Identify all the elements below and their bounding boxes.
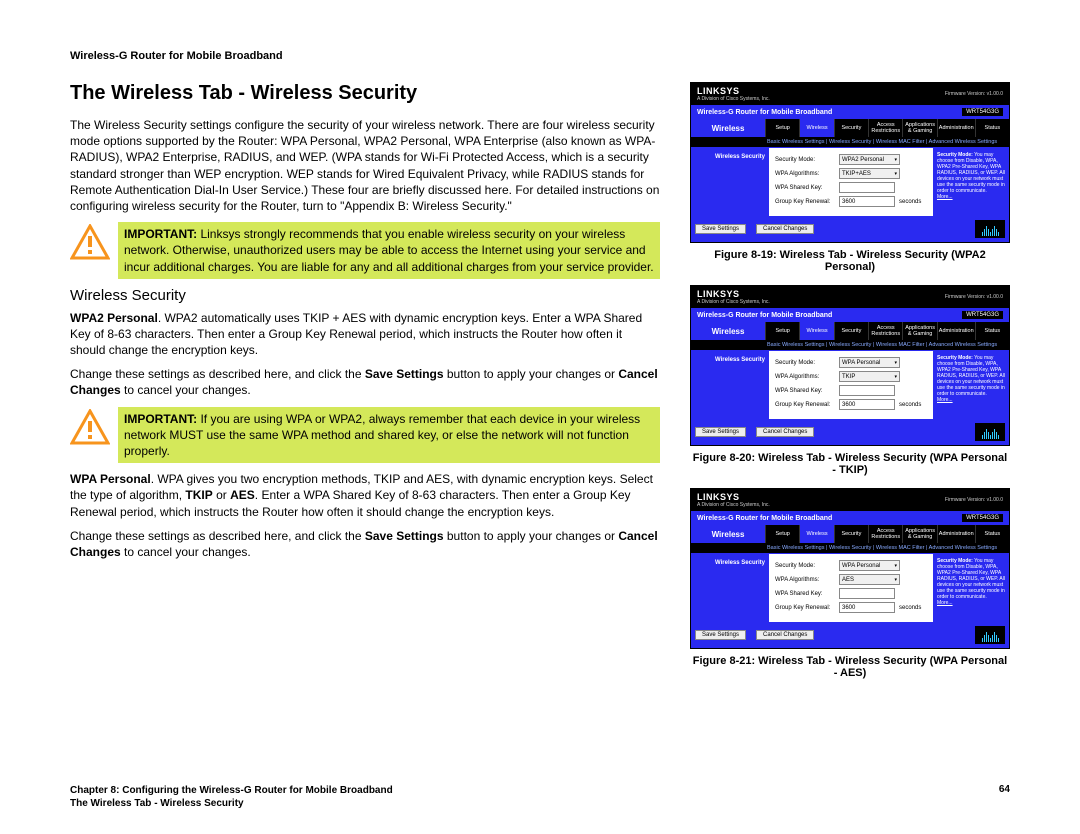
figure-8-19: LINKSYSA Division of Cisco Systems, Inc.…	[690, 82, 1010, 243]
callout-label: IMPORTANT:	[124, 227, 197, 241]
group-renewal-input: 3600	[839, 602, 895, 613]
cisco-logo	[975, 626, 1005, 644]
security-mode-select: WPA2 Personal	[839, 154, 900, 165]
router-tab: Administration	[937, 525, 975, 543]
doc-header: Wireless-G Router for Mobile Broadband	[70, 50, 1010, 62]
wpa2-head: WPA2 Personal	[70, 311, 158, 325]
group-renewal-input: 3600	[839, 196, 895, 207]
wpa-key-input	[839, 182, 895, 193]
router-tab: Security	[834, 119, 868, 137]
group-renewal-input: 3600	[839, 399, 895, 410]
router-tab: Security	[834, 322, 868, 340]
warning-icon	[70, 409, 110, 445]
wpa-head: WPA Personal	[70, 472, 151, 486]
router-tab: Wireless	[799, 525, 833, 543]
router-tab: AccessRestrictions	[868, 322, 902, 340]
figure-8-21: LINKSYSA Division of Cisco Systems, Inc.…	[690, 488, 1010, 649]
router-tab: Wireless	[799, 119, 833, 137]
section-title: The Wireless Tab - Wireless Security	[70, 82, 660, 105]
linksys-logo: LINKSYS	[697, 86, 740, 96]
cisco-logo	[975, 220, 1005, 238]
security-mode-select: WPA Personal	[839, 560, 900, 571]
linksys-logo: LINKSYS	[697, 289, 740, 299]
router-tab: Applications& Gaming	[902, 322, 936, 340]
warning-icon	[70, 224, 110, 260]
router-tab: Administration	[937, 322, 975, 340]
router-tab: Administration	[937, 119, 975, 137]
footer-chapter: Chapter 8: Configuring the Wireless-G Ro…	[70, 784, 393, 797]
cancel-changes-button: Cancel Changes	[756, 630, 814, 640]
security-mode-select: WPA Personal	[839, 357, 900, 368]
cancel-changes-button: Cancel Changes	[756, 224, 814, 234]
change-instruction-1: Change these settings as described here,…	[70, 366, 660, 398]
figures-column: LINKSYSA Division of Cisco Systems, Inc.…	[690, 82, 1010, 691]
cancel-changes-button: Cancel Changes	[756, 427, 814, 437]
important-callout-1: IMPORTANT: Linksys strongly recommends t…	[70, 222, 660, 279]
save-settings-button: Save Settings	[695, 427, 746, 437]
cisco-logo	[975, 423, 1005, 441]
callout-body: Linksys strongly recommends that you ena…	[124, 227, 654, 273]
wpa-paragraph: WPA Personal. WPA gives you two encrypti…	[70, 471, 660, 520]
router-tab: Status	[975, 525, 1009, 543]
wpa-algo-select: TKIP	[839, 371, 900, 382]
wpa-algo-select: TKIP+AES	[839, 168, 900, 179]
wpa-key-input	[839, 588, 895, 599]
callout-label: IMPORTANT:	[124, 412, 197, 426]
wpa-algo-select: AES	[839, 574, 900, 585]
intro-paragraph: The Wireless Security settings configure…	[70, 117, 660, 214]
page-number: 64	[999, 784, 1010, 810]
important-callout-2: IMPORTANT: If you are using WPA or WPA2,…	[70, 407, 660, 464]
footer-section: The Wireless Tab - Wireless Security	[70, 797, 393, 810]
main-content: The Wireless Tab - Wireless Security The…	[70, 82, 660, 691]
page-footer: Chapter 8: Configuring the Wireless-G Ro…	[70, 784, 1010, 810]
save-settings-button: Save Settings	[695, 630, 746, 640]
save-settings-button: Save Settings	[695, 224, 746, 234]
router-tab: Setup	[765, 119, 799, 137]
router-tab: Setup	[765, 525, 799, 543]
router-tab: AccessRestrictions	[868, 119, 902, 137]
change-instruction-2: Change these settings as described here,…	[70, 528, 660, 560]
figure-caption-20: Figure 8-20: Wireless Tab - Wireless Sec…	[690, 452, 1010, 476]
router-tab: AccessRestrictions	[868, 525, 902, 543]
figure-caption-21: Figure 8-21: Wireless Tab - Wireless Sec…	[690, 655, 1010, 679]
router-tab: Wireless	[799, 322, 833, 340]
callout-body: If you are using WPA or WPA2, always rem…	[124, 412, 640, 458]
wpa2-paragraph: WPA2 Personal. WPA2 automatically uses T…	[70, 310, 660, 359]
figure-8-20: LINKSYSA Division of Cisco Systems, Inc.…	[690, 285, 1010, 446]
linksys-logo: LINKSYS	[697, 492, 740, 502]
router-tab: Applications& Gaming	[902, 525, 936, 543]
wpa-key-input	[839, 385, 895, 396]
router-tab: Status	[975, 119, 1009, 137]
router-tab: Status	[975, 322, 1009, 340]
subheading: Wireless Security	[70, 287, 660, 304]
router-tab: Applications& Gaming	[902, 119, 936, 137]
router-tab: Setup	[765, 322, 799, 340]
figure-caption-19: Figure 8-19: Wireless Tab - Wireless Sec…	[690, 249, 1010, 273]
router-tab: Security	[834, 525, 868, 543]
